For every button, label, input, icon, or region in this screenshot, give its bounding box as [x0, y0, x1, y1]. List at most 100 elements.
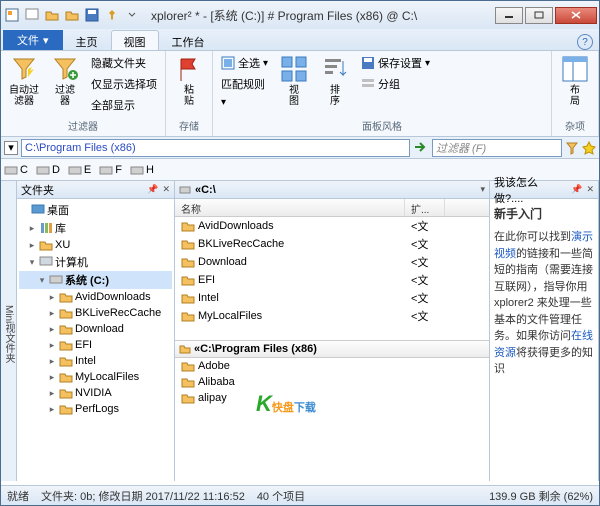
- tab-workbench[interactable]: 工作台: [159, 30, 218, 50]
- funnel-lightning-icon: [10, 55, 38, 83]
- folder-icon: [181, 273, 195, 287]
- qat-folder-icon[interactable]: [63, 6, 81, 24]
- help-heading: 新手入门: [494, 205, 594, 223]
- address-input[interactable]: C:\Program Files (x86): [21, 139, 410, 157]
- filter-button[interactable]: 过滤 器: [46, 53, 84, 109]
- tree-folder[interactable]: ▸BKLiveRecCache: [19, 305, 172, 321]
- tree-body[interactable]: 桌面 ▸库 ▸XU ▾计算机 ▾系统 (C:) ▸AvidDownloads▸B…: [17, 199, 174, 481]
- bottom-list-header[interactable]: «C:\Program Files (x86): [175, 340, 489, 358]
- qat-dropdown-icon[interactable]: [123, 6, 141, 24]
- paste-button[interactable]: 粘 贴: [170, 53, 208, 109]
- folder-icon: [181, 237, 195, 251]
- list-row[interactable]: MyLocalFiles<文: [175, 307, 489, 325]
- tree-computer[interactable]: ▾计算机: [19, 253, 172, 271]
- group-icon: [361, 77, 375, 91]
- match-rules-button[interactable]: 匹配规则: [217, 74, 272, 94]
- tree-folder[interactable]: ▸Download: [19, 321, 172, 337]
- funnel-icon[interactable]: [565, 141, 579, 155]
- tree-folder[interactable]: ▸MyLocalFiles: [19, 369, 172, 385]
- tab-home[interactable]: 主页: [63, 30, 111, 50]
- show-selection-button[interactable]: 仅显示选择项: [87, 74, 161, 94]
- drive-f[interactable]: F: [99, 164, 122, 176]
- go-icon[interactable]: [413, 140, 429, 156]
- drive-d[interactable]: D: [36, 164, 60, 176]
- hide-folders-button[interactable]: 隐藏文件夹: [87, 53, 161, 73]
- layout-icon: [561, 55, 589, 83]
- folder-icon: [59, 386, 73, 400]
- folder-icon: [181, 391, 195, 405]
- app-icon[interactable]: [3, 6, 21, 24]
- layout-button[interactable]: 布 局: [556, 53, 594, 109]
- computer-icon: [39, 255, 53, 269]
- drive-icon: [36, 164, 50, 176]
- tab-file[interactable]: 文件 ▾: [3, 30, 63, 50]
- user-folder-icon: [39, 238, 53, 252]
- drive-icon: [49, 273, 63, 287]
- window-title: xplorer² * - [系统 (C:)] # Program Files (…: [151, 7, 493, 24]
- close-button[interactable]: [555, 7, 597, 24]
- status-bar: 就绪 文件夹: 0b; 修改日期 2017/11/22 11:16:52 40 …: [1, 485, 599, 505]
- pin-icon[interactable]: 📌: [147, 184, 158, 195]
- folder-icon: [181, 219, 195, 233]
- save-settings-button[interactable]: 保存设置 ▾: [357, 53, 434, 73]
- status-info: 文件夹: 0b; 修改日期 2017/11/22 11:16:52: [41, 488, 245, 504]
- tree-folder[interactable]: ▸Intel: [19, 353, 172, 369]
- tree-folder[interactable]: ▸NVIDIA: [19, 385, 172, 401]
- tree-desktop[interactable]: 桌面: [19, 201, 172, 219]
- list-row[interactable]: Download<文: [175, 253, 489, 271]
- list-row[interactable]: Adobe: [175, 358, 489, 374]
- ribbon-group-panel: 全选 ▾ 匹配规则 ▾ 视 图 排 序 保存设置 ▾ 分组 面板风格: [213, 51, 552, 136]
- folder-icon: [179, 343, 191, 355]
- qat-open-icon[interactable]: [43, 6, 61, 24]
- tree-folder[interactable]: ▸PerfLogs: [19, 401, 172, 417]
- qat-save-icon[interactable]: [83, 6, 101, 24]
- sort-button[interactable]: 排 序: [316, 53, 354, 109]
- qat-pin-icon[interactable]: [103, 6, 121, 24]
- column-name[interactable]: 名称: [175, 199, 405, 216]
- tree-user[interactable]: ▸XU: [19, 237, 172, 253]
- drive-h[interactable]: H: [130, 164, 154, 176]
- chevron-down-icon: ▾: [43, 34, 49, 47]
- flag-icon: [175, 55, 203, 83]
- tree-folder[interactable]: ▸AvidDownloads: [19, 289, 172, 305]
- quick-access-toolbar: [3, 6, 141, 24]
- auto-filter-button[interactable]: 自动过 滤器: [5, 53, 43, 109]
- options-icon[interactable]: ▾: [480, 184, 485, 195]
- list-row[interactable]: Alibaba: [175, 374, 489, 390]
- column-ext[interactable]: 扩...: [405, 199, 445, 216]
- maximize-button[interactable]: [525, 7, 553, 24]
- list-columns: 名称 扩...: [175, 199, 489, 217]
- bottom-list-rows[interactable]: AdobeAlibabaalipay: [175, 358, 489, 481]
- window-controls: [493, 7, 597, 24]
- view-mode-button[interactable]: 视 图: [275, 53, 313, 109]
- tab-view[interactable]: 视图: [111, 30, 159, 50]
- tree-libraries[interactable]: ▸库: [19, 219, 172, 237]
- help-pane: 我该怎么做?.... 📌 ✕ 新手入门 在此你可以找到演示视频的链接和一些简短的…: [489, 181, 599, 481]
- status-disk: 139.9 GB 剩余 (62%): [489, 488, 593, 504]
- subgroup-button[interactable]: 分组: [357, 74, 434, 94]
- tree-folder[interactable]: ▸EFI: [19, 337, 172, 353]
- address-dropdown[interactable]: ▾: [4, 141, 18, 155]
- tree-pane-header: 文件夹 📌 ✕: [17, 181, 174, 199]
- select-all-button[interactable]: 全选 ▾: [217, 53, 272, 73]
- drive-icon: [99, 164, 113, 176]
- minimize-button[interactable]: [495, 7, 523, 24]
- pin-icon[interactable]: 📌: [571, 184, 582, 195]
- show-all-button[interactable]: 全部显示: [87, 95, 161, 115]
- top-list-rows[interactable]: AvidDownloads<文BKLiveRecCache<文Download<…: [175, 217, 489, 340]
- help-icon[interactable]: ?: [577, 34, 593, 50]
- close-pane-icon[interactable]: ✕: [586, 184, 594, 195]
- mini-sidebar-tab[interactable]: Mini视文件夹: [1, 181, 17, 481]
- tree-drive-c[interactable]: ▾系统 (C:): [19, 271, 172, 289]
- qat-new-icon[interactable]: [23, 6, 41, 24]
- list-row[interactable]: Intel<文: [175, 289, 489, 307]
- list-row[interactable]: EFI<文: [175, 271, 489, 289]
- list-row[interactable]: AvidDownloads<文: [175, 217, 489, 235]
- drive-e[interactable]: E: [68, 164, 91, 176]
- star-icon[interactable]: [582, 141, 596, 155]
- filter-input[interactable]: 过滤器 (F): [432, 139, 562, 157]
- drive-c[interactable]: C: [4, 164, 28, 176]
- list-row[interactable]: BKLiveRecCache<文: [175, 235, 489, 253]
- close-pane-icon[interactable]: ✕: [162, 184, 170, 195]
- list-row[interactable]: alipay: [175, 390, 489, 406]
